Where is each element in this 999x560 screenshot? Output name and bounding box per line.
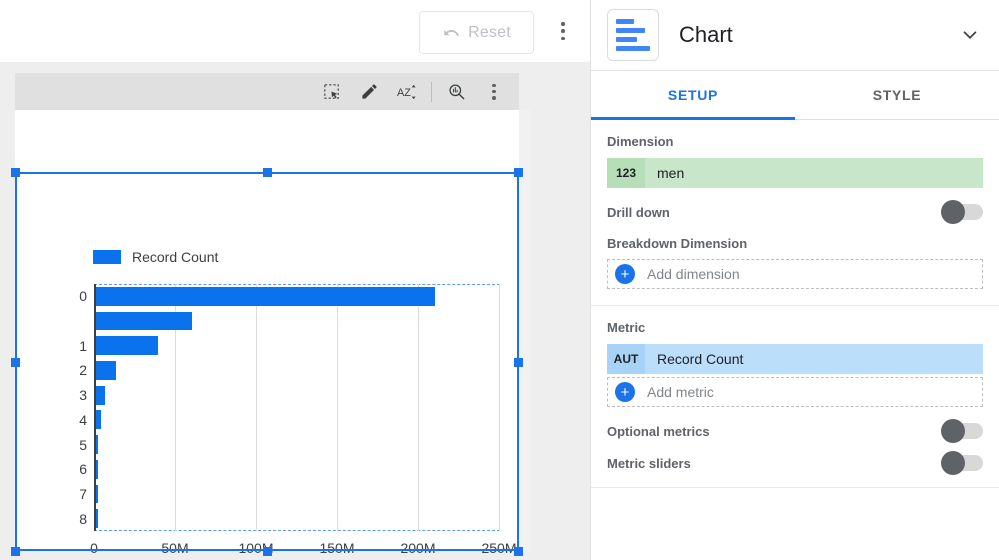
panel-tabs: SETUP STYLE xyxy=(591,71,999,120)
y-axis-tick-label: 0 xyxy=(79,288,87,305)
metric-type-badge: AUT xyxy=(607,344,645,374)
y-axis-tick-label: 1 xyxy=(79,337,87,354)
x-axis-tick-label: 200M xyxy=(400,540,436,556)
chart-legend: Record Count xyxy=(93,249,218,265)
x-axis-tick-label: 250M xyxy=(481,540,517,556)
plus-icon: + xyxy=(615,382,635,402)
canvas-scrollbar[interactable] xyxy=(519,110,530,551)
y-axis-tick-label: 3 xyxy=(79,387,87,404)
metric-sliders-toggle[interactable] xyxy=(941,451,983,475)
dimension-type-badge: 123 xyxy=(607,158,645,188)
x-axis-tick-label: 100M xyxy=(238,540,274,556)
add-metric-label: Add metric xyxy=(647,384,714,400)
svg-text:AZ: AZ xyxy=(397,87,411,99)
tab-setup[interactable]: SETUP xyxy=(591,71,795,120)
legend-label: Record Count xyxy=(132,249,219,265)
metric-section-label: Metric xyxy=(607,320,646,335)
chevron-down-icon[interactable] xyxy=(959,24,981,46)
bar[interactable] xyxy=(95,385,105,405)
optional-metrics-label: Optional metrics xyxy=(607,423,710,439)
metric-sliders-label: Metric sliders xyxy=(607,455,691,471)
bar[interactable] xyxy=(95,286,436,306)
plus-icon: + xyxy=(615,264,635,284)
metric-chip-label: Record Count xyxy=(657,351,744,367)
x-axis-labels: 0 50M 100M 150M 200M 250M xyxy=(90,540,516,560)
add-dimension-button[interactable]: + Add dimension xyxy=(607,259,983,289)
y-axis-tick-label: 7 xyxy=(79,485,87,502)
undo-icon xyxy=(444,29,459,36)
report-canvas-area: Reset AZ Record Count 0 1 2 3 4 5 6 7 8 … xyxy=(0,0,590,560)
more-vert-icon[interactable] xyxy=(475,73,513,110)
dimension-chip[interactable]: 123 men xyxy=(607,158,983,188)
add-dimension-label: Add dimension xyxy=(647,266,740,282)
bar-chart-icon[interactable] xyxy=(607,9,659,61)
metric-chip[interactable]: AUT Record Count xyxy=(607,344,983,374)
dimension-chip-label: men xyxy=(657,165,685,181)
report-topbar: Reset xyxy=(0,0,590,63)
properties-panel: Chart SETUP STYLE Dimension 123 men Dril… xyxy=(590,0,999,560)
y-axis-tick-label: 4 xyxy=(79,411,87,428)
reset-button-label: Reset xyxy=(468,23,511,41)
y-axis-tick-label: 6 xyxy=(79,461,87,478)
drill-down-label: Drill down xyxy=(607,204,670,220)
dimension-section-label: Dimension xyxy=(607,134,674,149)
report-canvas: AZ Record Count 0 1 2 3 4 5 6 7 8 0 50M … xyxy=(0,62,590,560)
metric-sliders-row: Metric sliders xyxy=(607,451,983,475)
x-axis-tick-label: 0 xyxy=(90,540,98,556)
drill-down-row: Drill down xyxy=(607,200,983,224)
tab-style[interactable]: STYLE xyxy=(795,71,999,119)
x-axis-tick-label: 50M xyxy=(161,540,189,556)
toolbar-divider xyxy=(431,81,432,102)
metric-section: Metric AUT Record Count + Add metric Opt… xyxy=(591,306,999,488)
bar[interactable] xyxy=(95,410,101,430)
chart-hover-toolbar: AZ xyxy=(15,73,519,110)
y-axis-line xyxy=(94,284,96,531)
optional-metrics-row: Optional metrics xyxy=(607,419,983,443)
plot-area xyxy=(94,284,500,531)
edit-pencil-icon[interactable] xyxy=(350,73,388,110)
more-vert-icon[interactable] xyxy=(554,22,572,40)
y-axis-tick-label: 8 xyxy=(79,510,87,527)
select-icon[interactable] xyxy=(312,73,350,110)
drill-down-toggle[interactable] xyxy=(941,200,983,224)
app-root: Reset AZ Record Count 0 1 2 3 4 5 6 7 8 … xyxy=(0,0,999,560)
bar[interactable] xyxy=(95,336,159,356)
explore-icon[interactable] xyxy=(437,73,475,110)
x-axis-tick-label: 150M xyxy=(319,540,355,556)
optional-metrics-toggle[interactable] xyxy=(941,419,983,443)
bar-series xyxy=(95,284,500,531)
bar[interactable] xyxy=(95,361,117,380)
dimension-section: Dimension 123 men Drill down Breakdown D… xyxy=(591,120,999,306)
y-axis-labels: 0 1 2 3 4 5 6 7 8 xyxy=(55,284,87,531)
y-axis-tick-label: 2 xyxy=(79,362,87,379)
panel-title: Chart xyxy=(679,22,733,47)
breakdown-dimension-label: Breakdown Dimension xyxy=(607,236,748,251)
sort-az-icon[interactable]: AZ xyxy=(388,73,426,110)
bar[interactable] xyxy=(95,311,193,331)
add-metric-button[interactable]: + Add metric xyxy=(607,377,983,407)
panel-header: Chart xyxy=(591,0,999,71)
chart-card[interactable]: Record Count 0 1 2 3 4 5 6 7 8 0 50M 100M 150M 200M 2… xyxy=(15,110,519,556)
reset-button[interactable]: Reset xyxy=(419,11,534,54)
legend-swatch xyxy=(93,250,121,264)
y-axis-tick-label: 5 xyxy=(79,436,87,453)
